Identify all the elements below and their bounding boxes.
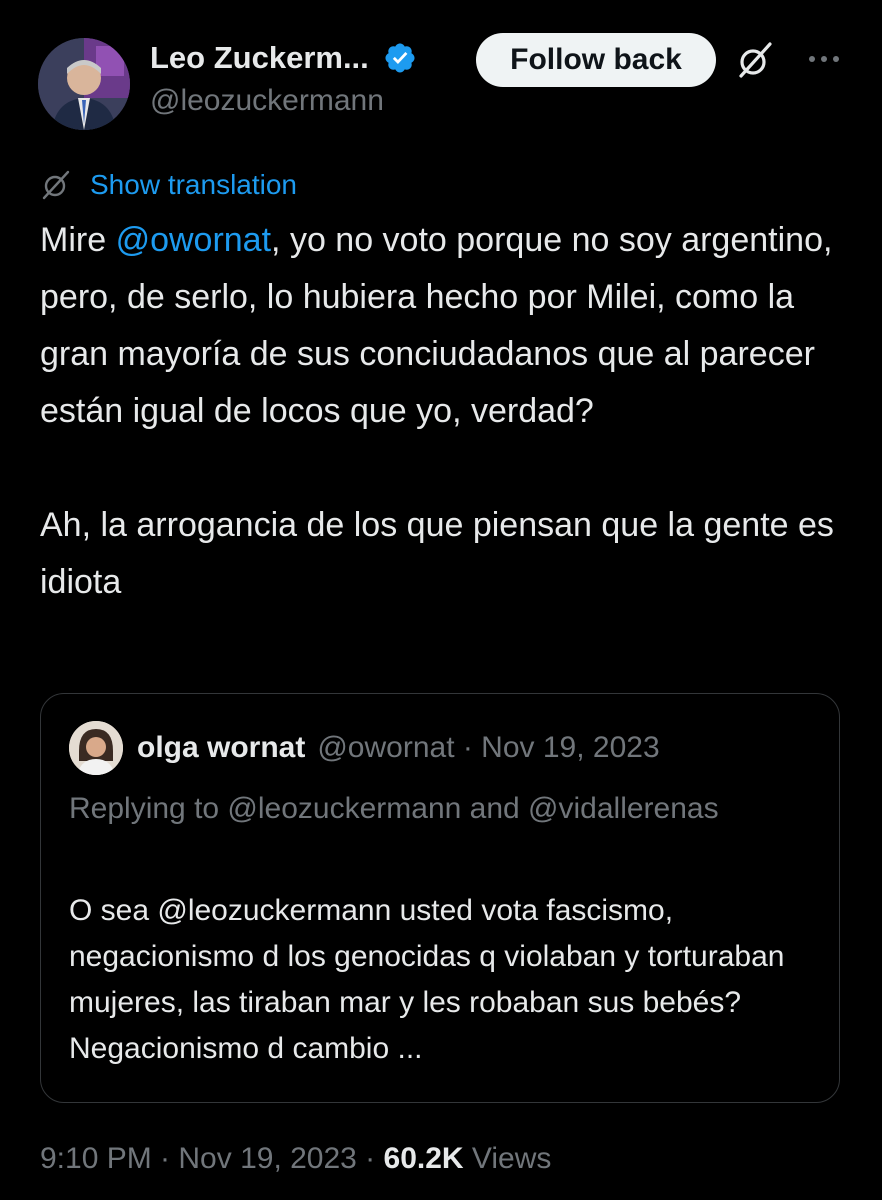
- author-handle[interactable]: @leozuckermann: [150, 84, 417, 118]
- quoted-author-meta: @owornat · Nov 19, 2023: [317, 731, 660, 764]
- author-display-name[interactable]: Leo Zuckerm...: [150, 40, 369, 76]
- tweet-body: Mire @owornat, yo no voto porque no soy …: [40, 212, 850, 611]
- more-options-icon[interactable]: [806, 52, 842, 66]
- author-info: Leo Zuckerm... @leozuckermann: [150, 38, 417, 118]
- translation-icon: [40, 169, 72, 201]
- quoted-tweet-card[interactable]: olga wornat @owornat · Nov 19, 2023 Repl…: [40, 693, 840, 1103]
- quoted-tweet-text: O sea @leozuckermann usted vota fascismo…: [69, 894, 785, 1065]
- tweet-text-segment: Mire: [40, 221, 116, 259]
- views-label: Views: [463, 1142, 552, 1175]
- author-avatar[interactable]: [38, 38, 130, 130]
- views-count: 60.2K: [383, 1142, 464, 1175]
- tweet-paragraph: Mire @owornat, yo no voto porque no soy …: [40, 212, 850, 440]
- tweet-timestamp[interactable]: 9:10 PM · Nov 19, 2023 ·: [40, 1142, 384, 1175]
- quoted-replying-to: Replying to @leozuckermann and @vidaller…: [69, 792, 719, 825]
- show-translation-row[interactable]: Show translation: [40, 166, 297, 204]
- tweet-footer: 9:10 PM · Nov 19, 2023 · 60.2K Views: [40, 1142, 551, 1176]
- show-translation-link[interactable]: Show translation: [90, 169, 297, 201]
- follow-back-button[interactable]: Follow back: [476, 33, 716, 87]
- grok-icon[interactable]: [735, 40, 775, 80]
- author-name-row: Leo Zuckerm...: [150, 38, 417, 78]
- verified-badge-icon[interactable]: [383, 41, 417, 75]
- quoted-author-name[interactable]: olga wornat: [137, 731, 305, 765]
- mention-link[interactable]: @owornat: [116, 221, 271, 259]
- quoted-tweet-header: olga wornat @owornat · Nov 19, 2023: [69, 720, 660, 776]
- quoted-author-avatar[interactable]: [69, 721, 123, 775]
- tweet-header: Leo Zuckerm... @leozuckermann Follow bac…: [38, 30, 858, 130]
- tweet-paragraph: Ah, la arrogancia de los que piensan que…: [40, 506, 834, 601]
